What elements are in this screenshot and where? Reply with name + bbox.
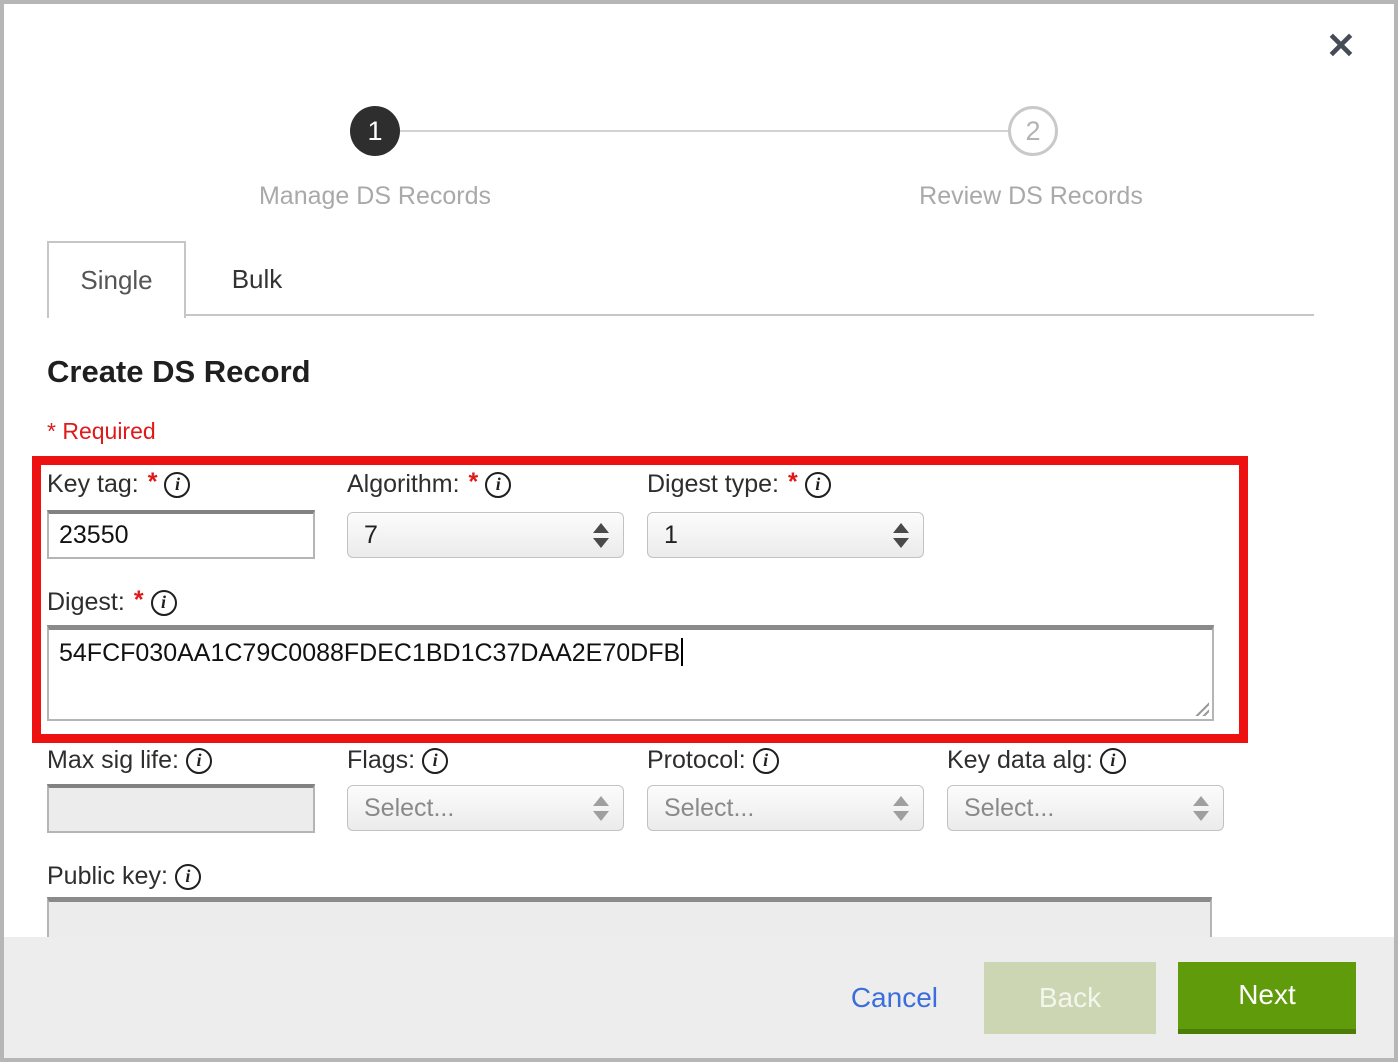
max-sig-life-label: Max sig life: i [47,746,212,775]
spinner-arrows-icon [593,523,609,548]
flags-select-value: Select... [364,794,454,823]
protocol-select[interactable]: Select... [647,785,924,831]
digest-type-label: Digest type: * i [647,470,831,499]
info-icon[interactable]: i [1100,748,1126,774]
tab-bulk[interactable]: Bulk [186,241,328,317]
digest-type-select-value: 1 [664,521,678,550]
info-icon[interactable]: i [422,748,448,774]
info-icon[interactable]: i [485,472,511,498]
key-tag-input[interactable] [47,510,315,559]
step-2-circle: 2 [1008,106,1058,156]
key-tag-label: Key tag: * i [47,470,190,499]
text-cursor [681,638,683,666]
spinner-arrows-icon [893,523,909,548]
max-sig-life-input[interactable] [47,784,315,833]
step-1-label: Manage DS Records [215,182,535,211]
step-2-number: 2 [1025,116,1040,147]
info-icon[interactable]: i [175,864,201,890]
algorithm-select[interactable]: 7 [347,512,624,558]
step-1-number: 1 [367,116,382,147]
flags-select[interactable]: Select... [347,785,624,831]
required-asterisk: * [148,468,158,497]
next-button[interactable]: Next [1178,962,1356,1034]
tab-underline [47,314,1314,316]
cancel-button[interactable]: Cancel [851,982,938,1014]
algorithm-label: Algorithm: * i [347,470,511,499]
key-data-alg-select[interactable]: Select... [947,785,1224,831]
digest-type-select[interactable]: 1 [647,512,924,558]
required-note: * Required [47,418,156,445]
back-button[interactable]: Back [984,962,1156,1034]
protocol-label: Protocol: i [647,746,779,775]
info-icon[interactable]: i [151,590,177,616]
public-key-label: Public key: i [47,862,201,891]
flags-label: Flags: i [347,746,448,775]
required-asterisk: * [788,468,798,497]
tab-bulk-label: Bulk [232,264,283,295]
step-1-circle: 1 [350,106,400,156]
key-data-alg-select-value: Select... [964,794,1054,823]
spinner-arrows-icon [893,796,909,821]
digest-value: 54FCF030AA1C79C0088FDEC1BD1C37DAA2E70DFB [59,639,680,667]
digest-label: Digest: * i [47,588,177,617]
algorithm-select-value: 7 [364,521,378,550]
spinner-arrows-icon [593,796,609,821]
tab-single[interactable]: Single [47,241,186,318]
create-ds-record-modal: ✕ 1 2 Manage DS Records Review DS Record… [0,0,1398,1062]
tab-single-label: Single [80,265,152,296]
digest-textarea[interactable]: 54FCF030AA1C79C0088FDEC1BD1C37DAA2E70DFB [47,625,1214,721]
modal-footer: Cancel Back Next [4,937,1394,1058]
required-asterisk: * [134,586,144,615]
info-icon[interactable]: i [186,748,212,774]
info-icon[interactable]: i [805,472,831,498]
close-icon[interactable]: ✕ [1326,28,1356,64]
info-icon[interactable]: i [753,748,779,774]
resize-grip-icon[interactable] [1193,700,1209,716]
required-asterisk: * [469,468,479,497]
page-title: Create DS Record [47,354,311,390]
stepper-connector [400,130,1012,132]
protocol-select-value: Select... [664,794,754,823]
info-icon[interactable]: i [164,472,190,498]
key-data-alg-label: Key data alg: i [947,746,1126,775]
step-2-label: Review DS Records [871,182,1191,211]
spinner-arrows-icon [1193,796,1209,821]
